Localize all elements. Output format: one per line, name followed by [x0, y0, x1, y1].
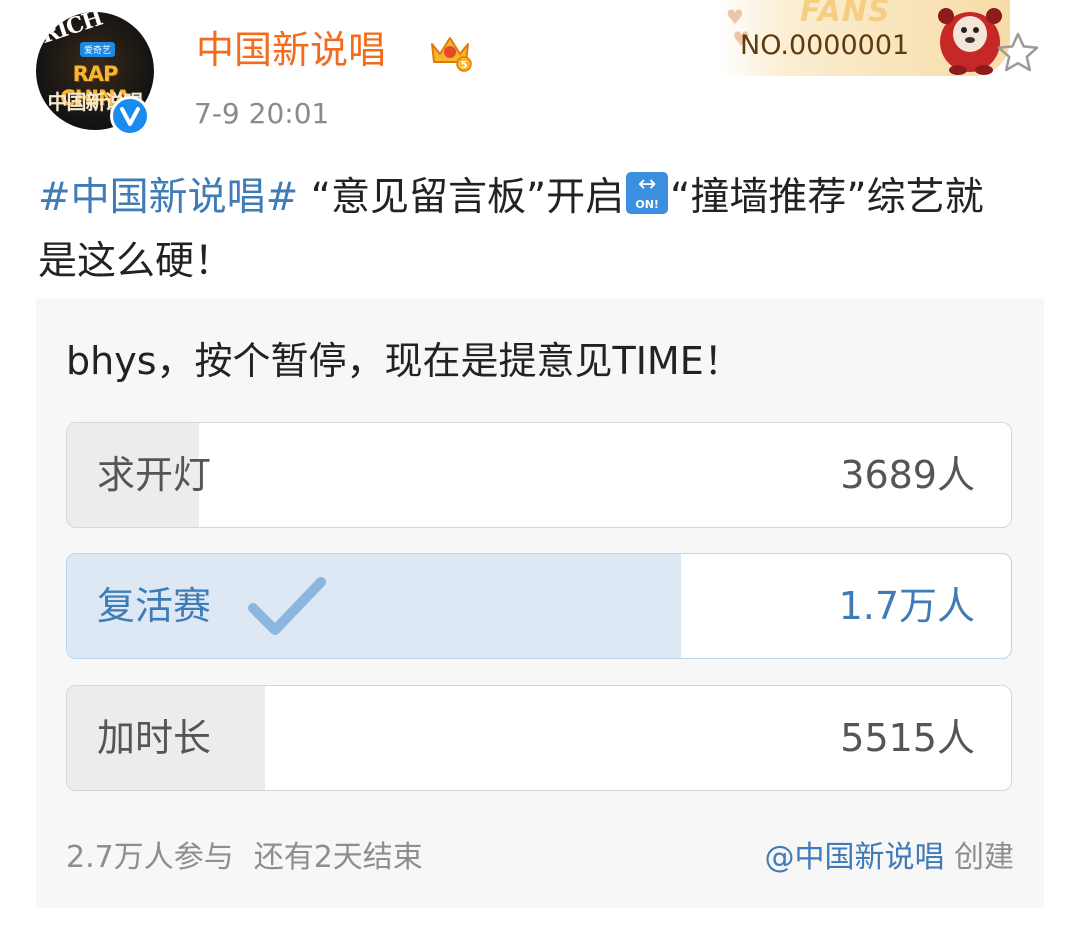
crown-icon: 5 — [431, 37, 472, 72]
fans-label: FANS — [800, 0, 891, 29]
post-hashtag[interactable]: #中国新说唱# — [38, 175, 298, 220]
poll-option-count: 1.7万人 — [838, 584, 975, 628]
poll-option-count: 5515人 — [840, 716, 975, 760]
checkmark-icon — [248, 577, 326, 635]
poll-creator: @中国新说唱 创建 — [764, 838, 1014, 878]
poll-option-label: 加时长 — [97, 716, 212, 760]
post-text-part1: “意见留言板”开启 — [298, 175, 625, 220]
poll-option-2[interactable]: 复活赛 1.7万人 — [66, 553, 1012, 659]
post-time: 7-9 20:01 — [194, 97, 330, 130]
poll-meta: 2.7万人参与 还有2天结束 — [66, 838, 423, 878]
verified-icon — [110, 96, 150, 136]
star-outline-icon[interactable] — [995, 30, 1041, 76]
user-name[interactable]: 中国新说唱 — [196, 26, 386, 74]
fans-number: NO.0000001 — [740, 30, 910, 61]
post-text: #中国新说唱# “意见留言板”开启 ↔ ON! “撞墙推荐”综艺就是这么硬！ — [38, 166, 1018, 294]
emoji-on-text: ON! — [635, 198, 659, 211]
svg-text:5: 5 — [461, 60, 468, 71]
poll-option-label: 求开灯 — [97, 453, 212, 497]
avatar-tag: 爱奇艺 — [80, 42, 116, 57]
poll-option-label: 复活赛 — [97, 584, 212, 628]
poll-participants: 2.7万人参与 — [66, 840, 234, 875]
poll-time-left: 还有2天结束 — [253, 840, 423, 875]
poll-question: bhys，按个暂停，现在是提意见TIME！ — [66, 339, 742, 383]
poll-option-count: 3689人 — [840, 453, 975, 497]
left-right-arrow-icon: ↔ — [637, 172, 657, 197]
fans-badge[interactable]: ♥ ♥ FANS NO.0000001 — [720, 0, 1010, 76]
poll-option-1[interactable]: 求开灯 3689人 — [66, 422, 1012, 528]
poll-creator-link[interactable]: @中国新说唱 — [764, 840, 944, 875]
poll-card: bhys，按个暂停，现在是提意见TIME！ 求开灯 3689人 复活赛 1.7万… — [36, 298, 1044, 908]
on-arrow-emoji-icon: ↔ ON! — [626, 172, 669, 214]
poll-option-3[interactable]: 加时长 5515人 — [66, 685, 1012, 791]
poll-created-suffix: 创建 — [944, 840, 1014, 875]
